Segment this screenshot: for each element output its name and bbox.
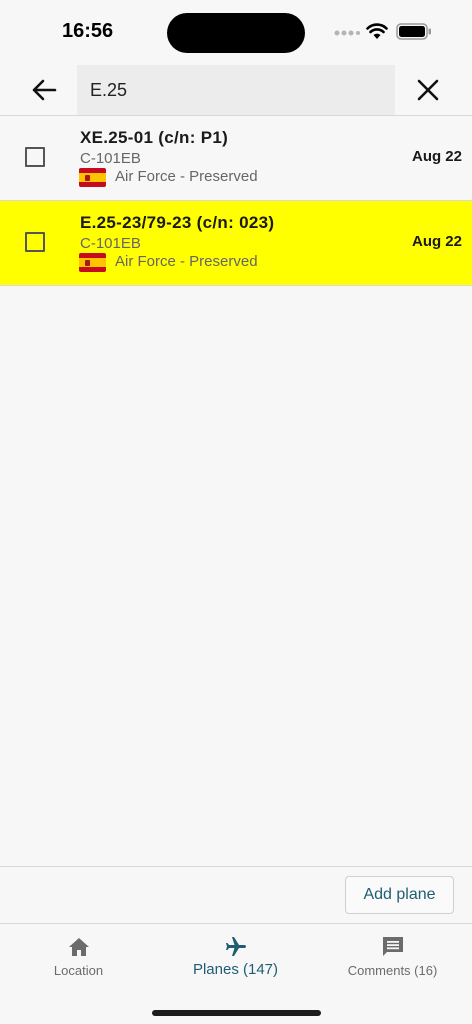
tab-bar: Location Planes (147) Comments (16) bbox=[0, 923, 472, 1024]
battery-icon bbox=[396, 23, 431, 40]
search-input[interactable] bbox=[77, 65, 395, 116]
dynamic-island bbox=[167, 13, 305, 53]
close-icon bbox=[417, 79, 439, 101]
plane-row[interactable]: E.25-23/79-23 (c/n: 023) C-101EB Air For… bbox=[0, 201, 472, 286]
airplane-icon bbox=[225, 937, 246, 956]
add-plane-button[interactable]: Add plane bbox=[345, 876, 454, 914]
tab-label: Planes (147) bbox=[192, 961, 279, 978]
status-time: 16:56 bbox=[62, 20, 114, 42]
wifi-icon bbox=[366, 23, 388, 39]
tab-planes[interactable]: Planes (147) bbox=[157, 924, 314, 994]
plane-registration: E.25-23/79-23 (c/n: 023) bbox=[80, 213, 275, 232]
plane-date: Aug 22 bbox=[411, 233, 462, 250]
spain-flag-icon bbox=[79, 253, 106, 272]
tab-label: Location bbox=[53, 963, 104, 978]
plane-registration: XE.25-01 (c/n: P1) bbox=[80, 128, 229, 147]
bottom-actions: Add plane bbox=[0, 866, 472, 923]
plane-list: XE.25-01 (c/n: P1) C-101EB Air Force - P… bbox=[0, 115, 472, 286]
plane-operator: Air Force - Preserved bbox=[115, 168, 258, 185]
select-checkbox[interactable] bbox=[25, 232, 45, 252]
home-indicator bbox=[152, 1010, 321, 1016]
spain-flag-icon bbox=[79, 168, 106, 187]
tab-location[interactable]: Location bbox=[0, 924, 157, 994]
select-checkbox[interactable] bbox=[25, 147, 45, 167]
cellular-signal-icon bbox=[334, 30, 360, 36]
plane-operator: Air Force - Preserved bbox=[115, 253, 258, 270]
plane-row[interactable]: XE.25-01 (c/n: P1) C-101EB Air Force - P… bbox=[0, 116, 472, 201]
plane-type: C-101EB bbox=[80, 235, 141, 252]
clear-search-button[interactable] bbox=[406, 72, 450, 108]
arrow-left-icon bbox=[32, 79, 57, 101]
comment-icon bbox=[382, 937, 403, 956]
home-icon bbox=[68, 938, 89, 956]
plane-date: Aug 22 bbox=[411, 148, 462, 165]
back-button[interactable] bbox=[22, 72, 66, 108]
tab-label: Comments (16) bbox=[347, 963, 438, 978]
search-bar bbox=[0, 62, 472, 116]
status-bar: 16:56 bbox=[0, 0, 472, 62]
plane-type: C-101EB bbox=[80, 150, 141, 167]
tab-comments[interactable]: Comments (16) bbox=[314, 924, 471, 994]
